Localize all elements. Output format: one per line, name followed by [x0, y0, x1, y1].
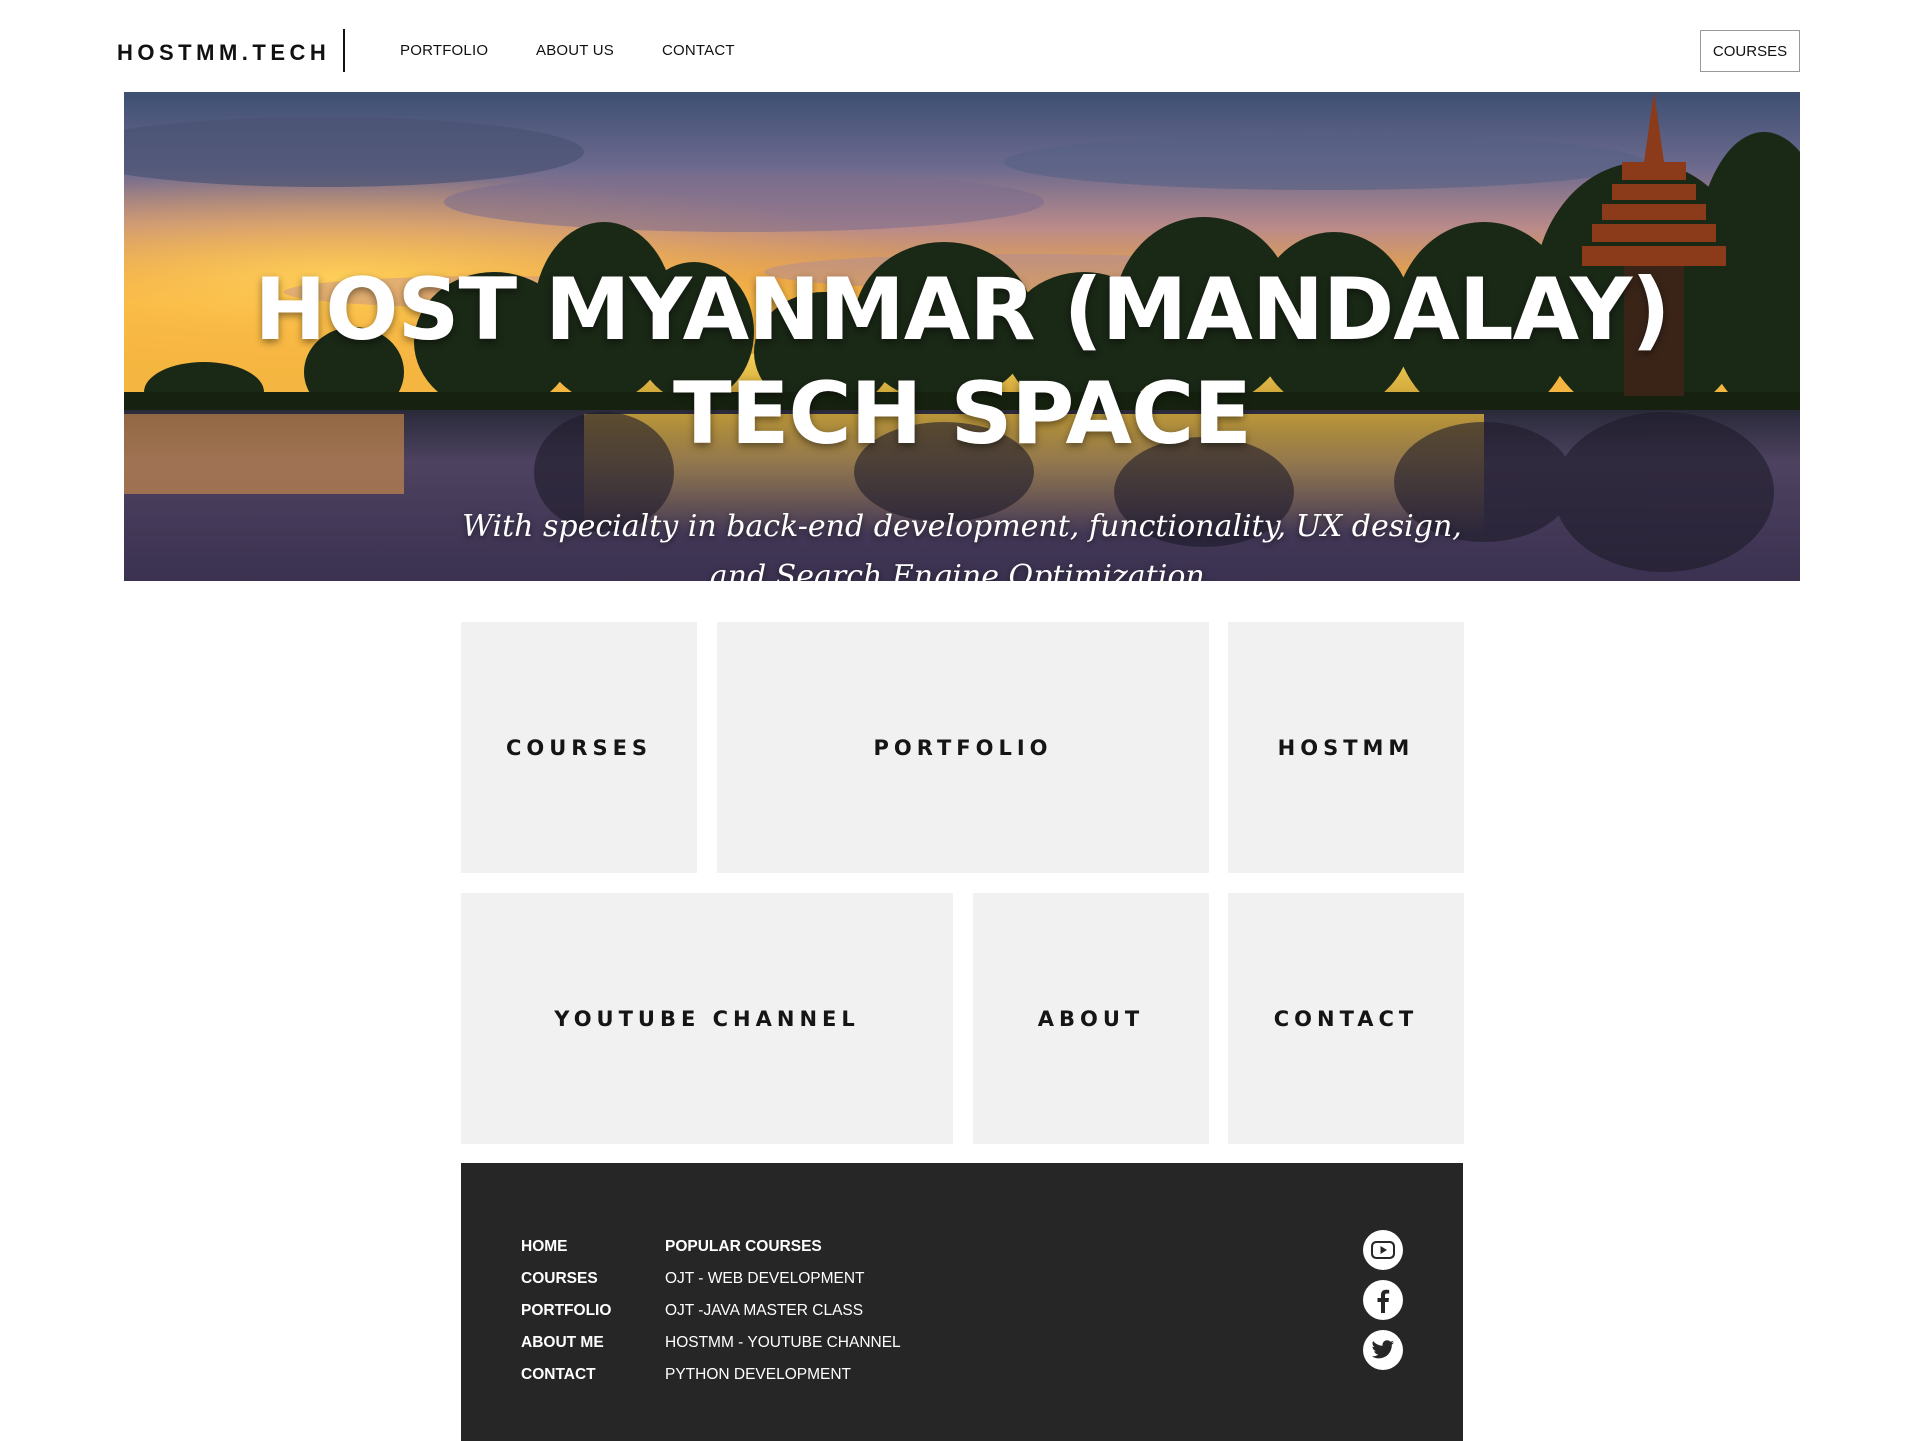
- footer-nav: HOME COURSES PORTFOLIO ABOUT ME CONTACT: [521, 1231, 611, 1391]
- footer-link-home[interactable]: HOME: [521, 1231, 611, 1263]
- tile-about-label: ABOUT: [1037, 1006, 1145, 1031]
- tile-youtube-channel-label: YOUTUBE CHANNEL: [554, 1006, 860, 1031]
- footer-link-portfolio[interactable]: PORTFOLIO: [521, 1295, 611, 1327]
- footer-popular-courses: POPULAR COURSES OJT - WEB DEVELOPMENT OJ…: [665, 1231, 901, 1391]
- facebook-icon[interactable]: [1363, 1280, 1403, 1320]
- tile-hostmm[interactable]: HOSTMM: [1228, 622, 1464, 873]
- twitter-icon[interactable]: [1363, 1330, 1403, 1370]
- tile-portfolio-label: PORTFOLIO: [873, 735, 1053, 760]
- hero-subtitle-line-2: and Search Engine Optimization.: [709, 559, 1215, 581]
- hero-title: HOST MYANMAR (MANDALAY) TECH SPACE: [124, 258, 1800, 466]
- popular-course-link[interactable]: OJT -JAVA MASTER CLASS: [665, 1295, 901, 1327]
- popular-course-link[interactable]: PYTHON DEVELOPMENT: [665, 1359, 901, 1391]
- site-footer: HOME COURSES PORTFOLIO ABOUT ME CONTACT …: [461, 1163, 1463, 1441]
- popular-course-link[interactable]: OJT - WEB DEVELOPMENT: [665, 1263, 901, 1295]
- youtube-icon[interactable]: [1363, 1230, 1403, 1270]
- tile-youtube-channel[interactable]: YOUTUBE CHANNEL: [461, 893, 953, 1144]
- tile-courses-label: COURSES: [505, 735, 653, 760]
- hero-subtitle: With specialty in back-end development, …: [124, 502, 1800, 581]
- footer-link-courses[interactable]: COURSES: [521, 1263, 611, 1295]
- tile-hostmm-label: HOSTMM: [1277, 735, 1415, 760]
- footer-link-about-me[interactable]: ABOUT ME: [521, 1327, 611, 1359]
- site-logo[interactable]: HOSTMM.TECH: [117, 40, 330, 66]
- nav-divider: [343, 29, 345, 72]
- popular-course-link[interactable]: HOSTMM - YOUTUBE CHANNEL: [665, 1327, 901, 1359]
- courses-button[interactable]: COURSES: [1700, 30, 1800, 72]
- footer-link-contact[interactable]: CONTACT: [521, 1359, 611, 1391]
- tile-about[interactable]: ABOUT: [973, 893, 1209, 1144]
- tile-courses[interactable]: COURSES: [461, 622, 697, 873]
- hero-title-line-2: TECH SPACE: [673, 364, 1252, 464]
- popular-courses-heading: POPULAR COURSES: [665, 1238, 822, 1255]
- nav-link-about-us[interactable]: ABOUT US: [536, 42, 614, 60]
- hero-subtitle-line-1: With specialty in back-end development, …: [462, 509, 1462, 544]
- nav-link-portfolio[interactable]: PORTFOLIO: [400, 42, 488, 60]
- hero-title-line-1: HOST MYANMAR (MANDALAY): [254, 260, 1670, 360]
- top-nav: HOSTMM.TECH PORTFOLIO ABOUT US CONTACT C…: [0, 0, 1920, 92]
- tile-contact-label: CONTACT: [1273, 1006, 1419, 1031]
- hero-banner: HOST MYANMAR (MANDALAY) TECH SPACE With …: [124, 92, 1800, 581]
- tile-portfolio[interactable]: PORTFOLIO: [717, 622, 1209, 873]
- tile-contact[interactable]: CONTACT: [1228, 893, 1464, 1144]
- nav-link-contact[interactable]: CONTACT: [662, 42, 735, 60]
